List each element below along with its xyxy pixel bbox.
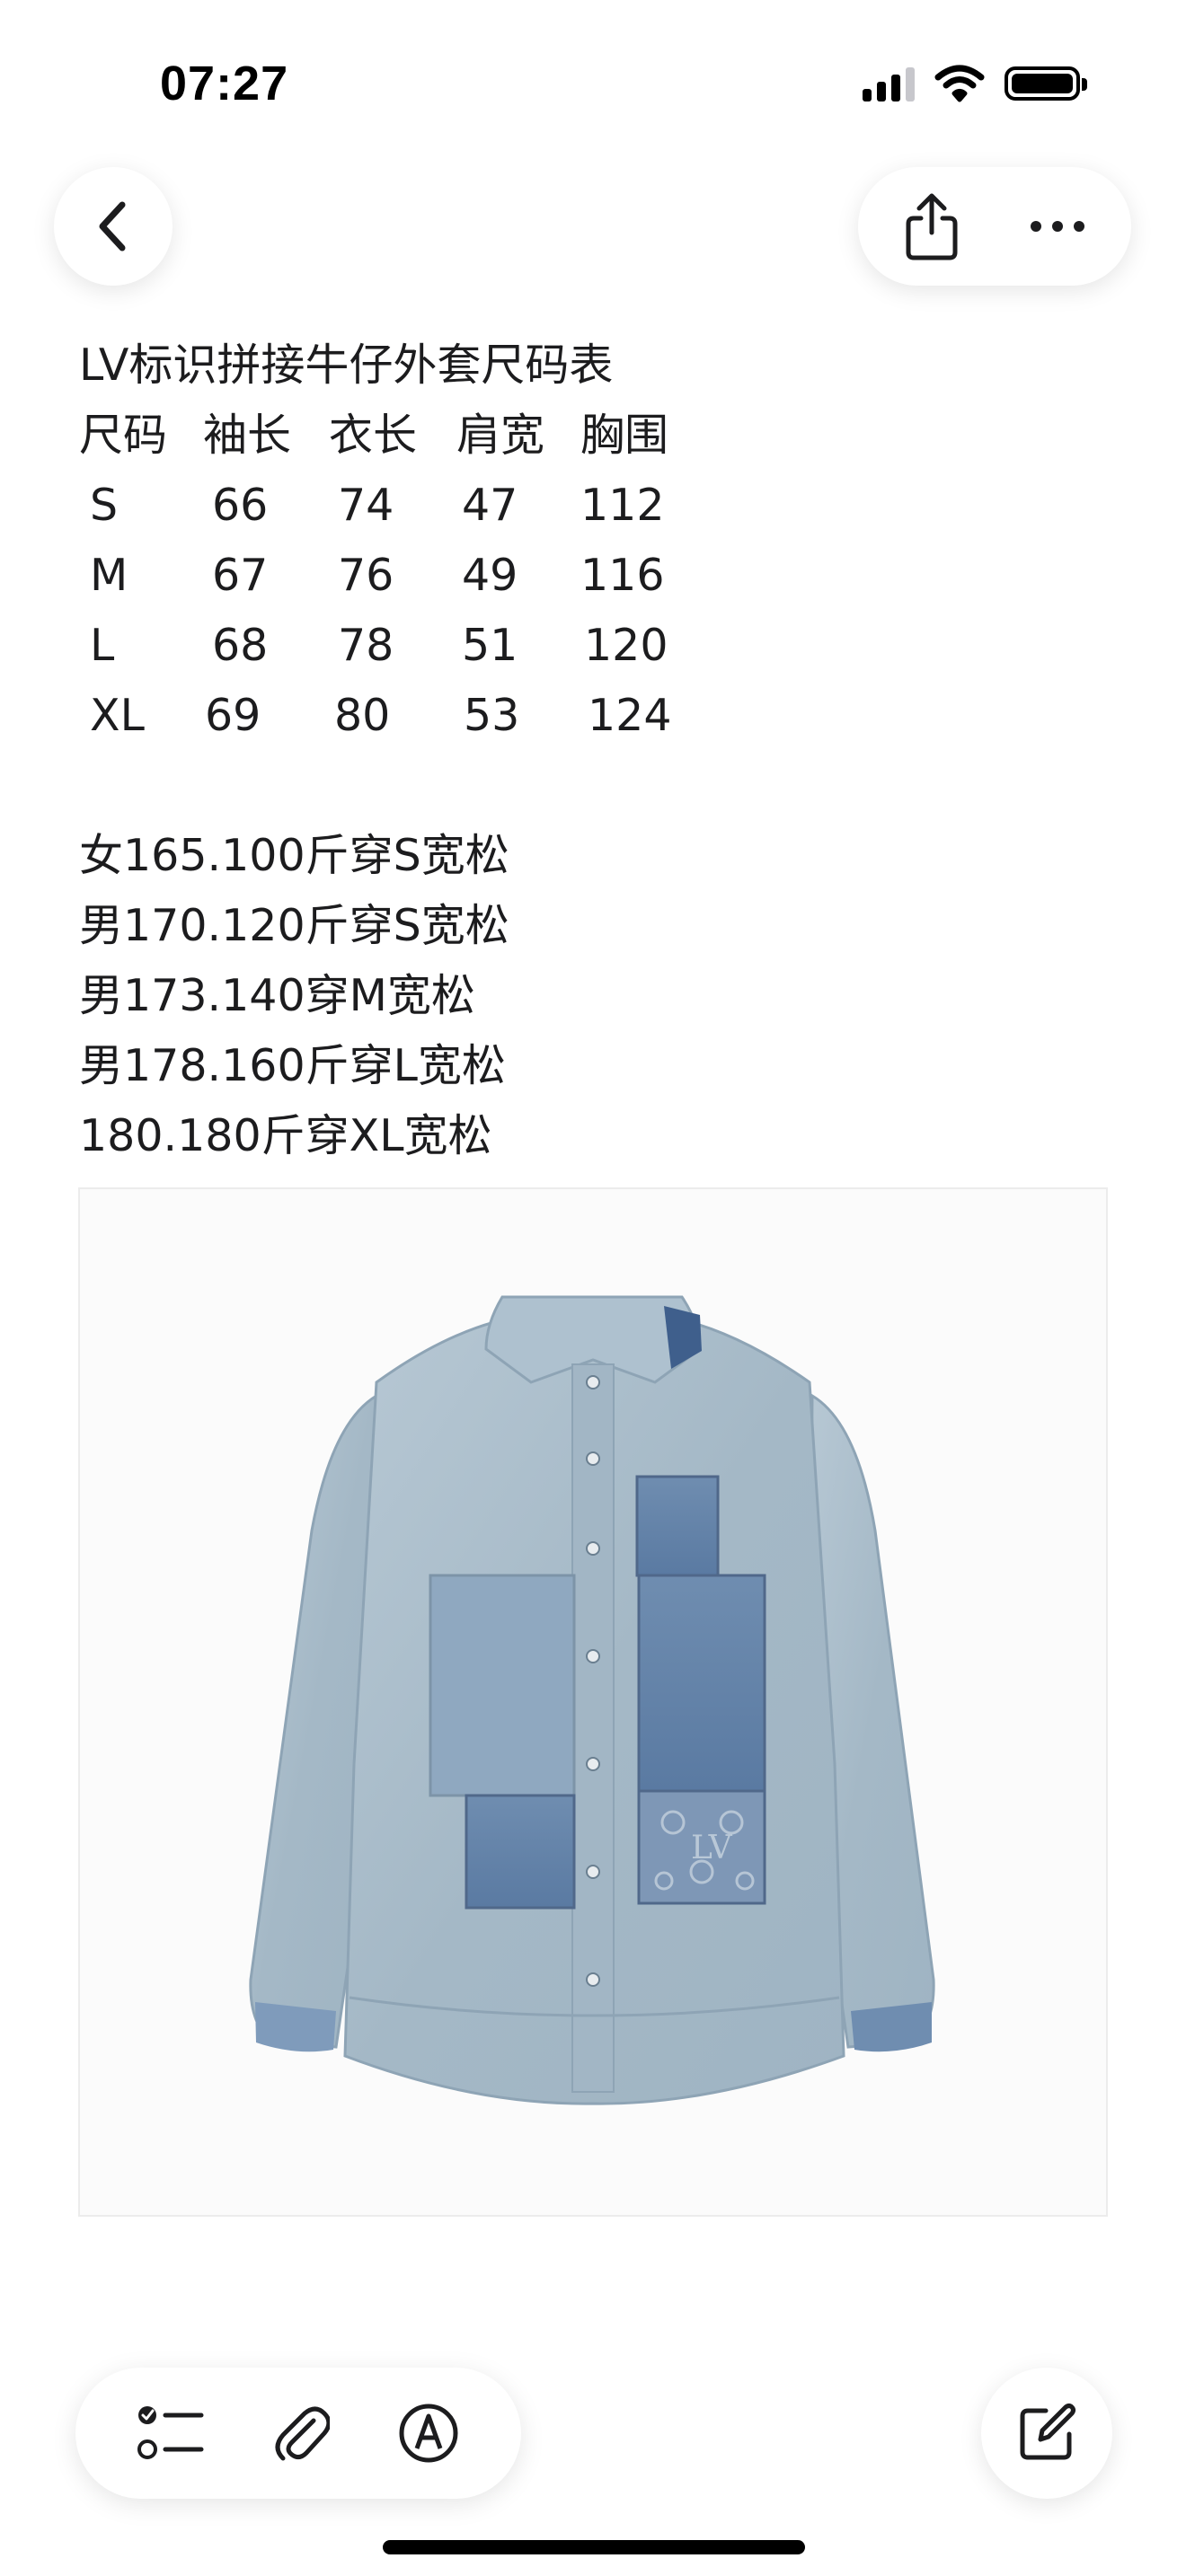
checklist-icon (137, 2406, 204, 2459)
value-cell: 49 (462, 550, 518, 601)
wifi-icon (934, 65, 985, 102)
value-cell: 112 (580, 480, 665, 531)
home-indicator[interactable] (383, 2540, 805, 2554)
battery-icon (1005, 66, 1087, 101)
fit-note-line: 180.180斤穿XL宽松 (79, 1110, 492, 1161)
header-cell: 袖长 (203, 410, 292, 461)
checklist-button[interactable] (137, 2403, 205, 2464)
svg-text:LV: LV (691, 1830, 733, 1866)
size-cell: L (90, 620, 115, 671)
note-body[interactable]: LV标识拼接牛仔外套尺码表 尺码 袖长 衣长 肩宽 胸围 S 66 74 47 … (79, 331, 1112, 1171)
paperclip-icon (275, 2406, 330, 2461)
chevron-left-icon (99, 201, 126, 251)
value-cell: 68 (212, 620, 269, 671)
value-cell: 53 (464, 690, 520, 741)
value-cell: 47 (462, 480, 518, 531)
status-icons (863, 65, 1087, 102)
cellular-signal-icon (863, 66, 915, 101)
size-cell: M (90, 550, 128, 601)
size-table-row: S 66 74 47 112 (79, 471, 1112, 541)
header-cell: 肩宽 (456, 410, 545, 461)
value-cell: 74 (338, 480, 394, 531)
header-cell: 尺码 (79, 410, 168, 461)
value-cell: 124 (588, 690, 672, 741)
fit-note-line: 男173.140穿M宽松 (79, 970, 475, 1021)
more-button[interactable] (1029, 219, 1086, 234)
fit-note-line: 女165.100斤穿S宽松 (79, 830, 509, 881)
denim-jacket-illustration: LV (249, 1295, 935, 2105)
size-table-row: XL 69 80 53 124 (79, 681, 1112, 751)
attachment-button[interactable] (272, 2401, 330, 2466)
value-cell: 76 (338, 550, 394, 601)
size-cell: S (90, 480, 119, 531)
share-icon (906, 193, 958, 260)
value-cell: 116 (580, 550, 665, 601)
fit-note-line: 男170.120斤穿S宽松 (79, 900, 509, 951)
markup-pen-icon (399, 2404, 458, 2463)
markup-button[interactable] (397, 2402, 460, 2465)
size-table-row: L 68 78 51 120 (79, 611, 1112, 681)
bottom-toolbar (75, 2368, 521, 2499)
compose-button[interactable] (981, 2368, 1112, 2499)
note-title: LV标识拼接牛仔外套尺码表 (79, 340, 614, 391)
compose-icon (1020, 2404, 1075, 2460)
value-cell: 78 (338, 620, 394, 671)
product-image[interactable]: LV (78, 1187, 1108, 2217)
value-cell: 51 (462, 620, 518, 671)
size-cell: XL (90, 690, 145, 741)
top-actions (858, 167, 1131, 286)
value-cell: 120 (584, 620, 668, 671)
value-cell: 80 (334, 690, 391, 741)
value-cell: 69 (205, 690, 261, 741)
fit-note-line: 男178.160斤穿L宽松 (79, 1040, 506, 1091)
share-button[interactable] (903, 191, 960, 261)
header-cell: 胸围 (580, 410, 669, 461)
more-icon (1031, 221, 1084, 232)
header-cell: 衣长 (329, 410, 418, 461)
size-table-row: M 67 76 49 116 (79, 541, 1112, 611)
size-table-header: 尺码 袖长 衣长 肩宽 胸围 (79, 401, 1112, 471)
value-cell: 67 (212, 550, 269, 601)
back-button[interactable] (54, 167, 173, 286)
status-time: 07:27 (160, 57, 289, 110)
value-cell: 66 (212, 480, 269, 531)
